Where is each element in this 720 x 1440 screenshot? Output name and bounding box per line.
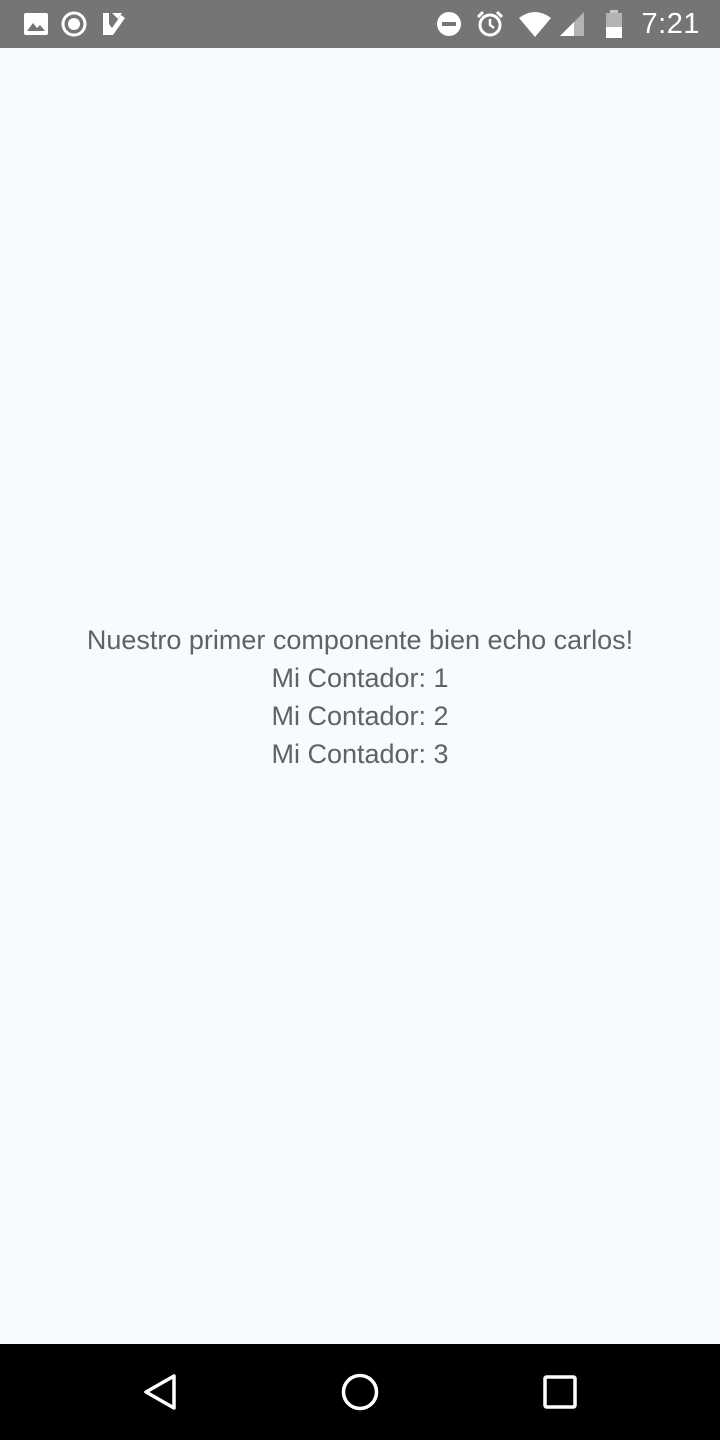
home-icon[interactable]: [340, 1372, 380, 1412]
counter-label: Mi Contador: 3: [271, 739, 449, 769]
record-icon: [61, 11, 87, 37]
signal-icon: [560, 12, 584, 36]
battery-icon: [606, 10, 622, 38]
do-not-disturb-icon: [437, 12, 461, 36]
back-icon[interactable]: [140, 1372, 180, 1412]
component-heading: Nuestro primer componente bien echo carl…: [86, 625, 634, 655]
alarm-icon: [476, 10, 504, 37]
navigation-bar: [0, 1344, 720, 1440]
wifi-icon: [519, 12, 551, 37]
check-flag-icon: [103, 13, 125, 35]
app-content: Nuestro primer componente bien echo carl…: [0, 48, 720, 1344]
image-icon: [24, 13, 48, 35]
content-text-block: Nuestro primer componente bien echo carl…: [0, 621, 720, 773]
recents-icon[interactable]: [540, 1372, 580, 1412]
counter-label: Mi Contador: 2: [271, 701, 449, 731]
counter-label: Mi Contador: 1: [271, 663, 449, 693]
clock: 7:21: [641, 8, 700, 40]
status-bar: 7:21: [0, 0, 720, 48]
